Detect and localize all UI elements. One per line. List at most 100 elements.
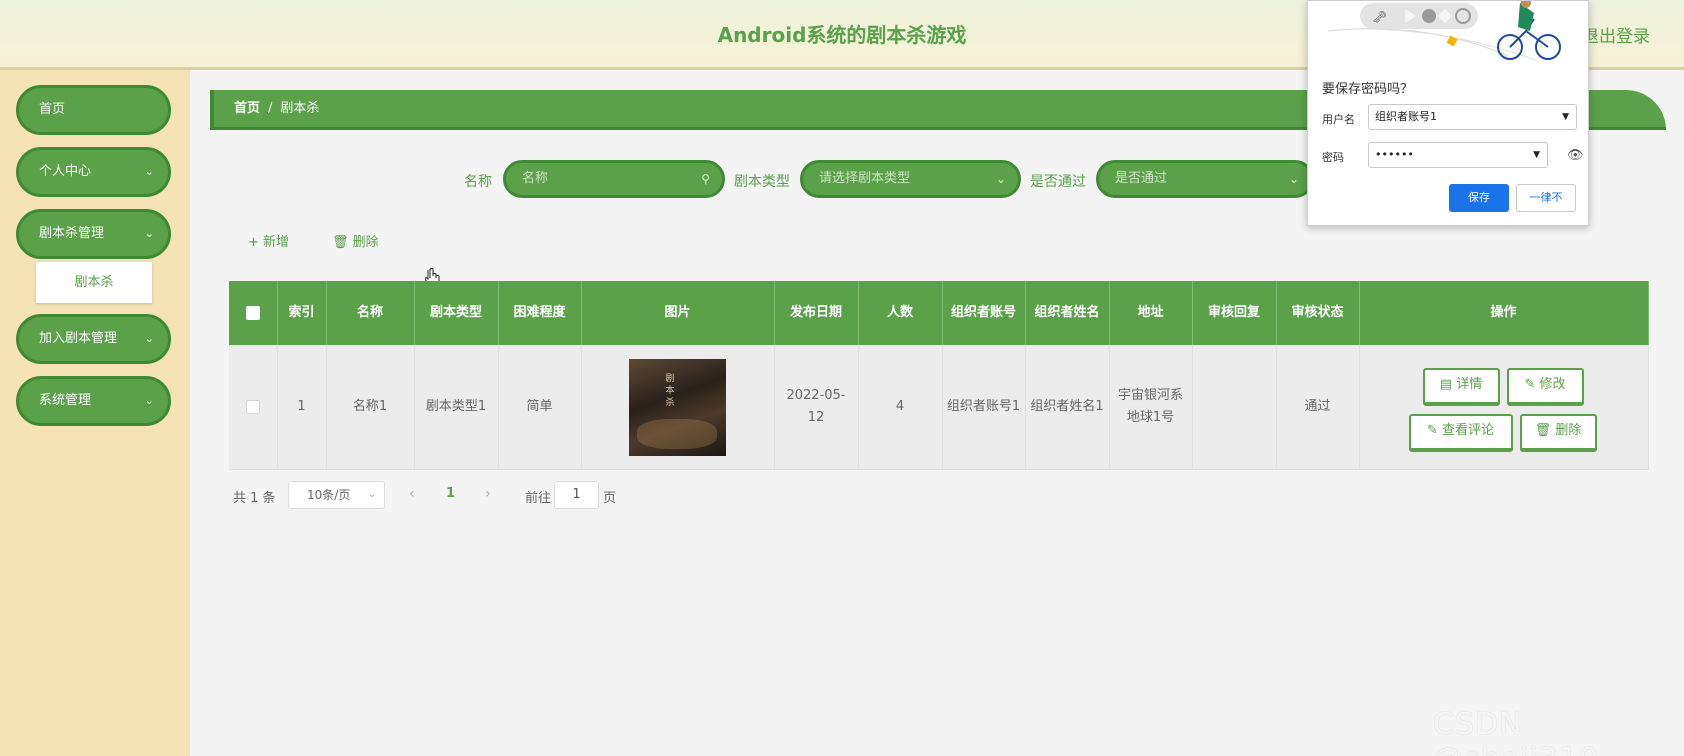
sidebar-item-join-management[interactable]: 加入剧本管理 ⌄ xyxy=(16,314,171,364)
pass-label: 是否通过 xyxy=(1030,174,1086,190)
plus-icon: + xyxy=(248,235,259,250)
thumbnail-glow xyxy=(637,418,717,449)
column-header: 索引 xyxy=(277,281,327,345)
comments-label: 查看评论 xyxy=(1442,423,1495,438)
watermark: CSDN @sheji310 xyxy=(1433,707,1598,756)
page-size-select[interactable]: 10条/页 ⌄ xyxy=(288,481,385,509)
eye-icon[interactable]: 👁 xyxy=(1567,148,1584,163)
org-name-cell: 组织者姓名1 xyxy=(1025,345,1110,470)
actions-wrap: ▤ 详情 ✎ 修改 ✎ 查看评论 🗑 删除 xyxy=(1360,345,1648,469)
password-illustration: 🗝 xyxy=(1327,1,1561,62)
column-header: 人数 xyxy=(858,281,943,345)
add-label: 新增 xyxy=(263,235,290,250)
breadcrumb-current: 剧本杀 xyxy=(280,101,320,116)
username-select[interactable]: 组织者账号1 ▼ xyxy=(1368,104,1577,130)
column-header: 组织者账号 xyxy=(942,281,1026,345)
caret-down-icon: ▼ xyxy=(1562,112,1569,122)
sidebar-item-label: 个人中心 xyxy=(39,164,92,179)
view-comments-button[interactable]: ✎ 查看评论 xyxy=(1408,414,1513,452)
chevron-down-icon: ⌄ xyxy=(995,172,1006,186)
column-header: 操作 xyxy=(1359,281,1649,345)
name-placeholder: 名称 xyxy=(522,171,549,186)
pagination-total: 共 1 条 xyxy=(233,491,276,506)
thumbnail-text: 剧本杀 xyxy=(665,373,675,408)
select-all-cell[interactable] xyxy=(229,281,278,345)
username-value: 组织者账号1 xyxy=(1375,110,1437,123)
goto-page-input[interactable]: 1 xyxy=(554,481,599,509)
status-cell: 通过 xyxy=(1276,345,1360,470)
password-value: •••••• xyxy=(1375,148,1414,161)
sidebar-item-home[interactable]: 首页 xyxy=(16,85,171,135)
difficulty-cell: 简单 xyxy=(498,345,582,470)
save-password-button[interactable]: 保存 xyxy=(1449,184,1509,212)
sidebar-item-profile[interactable]: 个人中心 ⌄ xyxy=(16,147,171,197)
goto-label: 前往 xyxy=(525,491,552,506)
row-delete-button[interactable]: 🗑 删除 xyxy=(1519,414,1597,452)
row-select-cell[interactable] xyxy=(229,345,278,470)
select-all-checkbox[interactable] xyxy=(245,305,260,320)
password-select[interactable]: •••••• ▼ xyxy=(1368,142,1548,168)
sidebar-item-label: 剧本杀管理 xyxy=(39,226,105,241)
reply-cell xyxy=(1192,345,1277,470)
chevron-down-icon: ⌄ xyxy=(1288,172,1299,186)
password-label: 密码 xyxy=(1322,151,1344,164)
caret-down-icon: ▼ xyxy=(1533,150,1540,160)
sidebar-item-label: 加入剧本管理 xyxy=(39,331,118,346)
pass-select[interactable]: 是否通过 ⌄ xyxy=(1096,160,1314,198)
breadcrumb-separator: / xyxy=(268,101,273,116)
delete-label: 删除 xyxy=(352,235,379,250)
sidebar-item-label: 系统管理 xyxy=(39,393,92,408)
table-row: 1 名称1 剧本类型1 简单 剧本杀 2022-05-12 4 组织者账号1 组… xyxy=(229,345,1649,470)
column-header: 审核状态 xyxy=(1276,281,1360,345)
row-checkbox[interactable] xyxy=(245,399,260,414)
chevron-down-icon: ⌄ xyxy=(367,489,376,500)
column-header: 地址 xyxy=(1109,281,1193,345)
document-icon: ▤ xyxy=(1439,377,1453,392)
org-account-cell: 组织者账号1 xyxy=(942,345,1026,470)
chevron-down-icon: ⌄ xyxy=(144,165,154,178)
pencil-icon: ✎ xyxy=(1426,423,1438,438)
column-header: 组织者姓名 xyxy=(1025,281,1110,345)
data-table: 索引 名称 剧本类型 困难程度 图片 发布日期 人数 组织者账号 组织者姓名 地… xyxy=(229,281,1649,470)
logout-link[interactable]: 退出登录 xyxy=(1582,22,1650,47)
page-number[interactable]: 1 xyxy=(446,486,455,501)
type-select[interactable]: 请选择剧本类型 ⌄ xyxy=(800,160,1021,198)
breadcrumb-home[interactable]: 首页 xyxy=(234,101,260,116)
chevron-down-icon: ⌄ xyxy=(144,394,154,407)
row-delete-label: 删除 xyxy=(1555,423,1582,438)
page-size-value: 10条/页 xyxy=(307,488,351,502)
sidebar: 首页 个人中心 ⌄ 剧本杀管理 ⌄ 剧本杀 加入剧本管理 ⌄ 系统管理 ⌄ xyxy=(0,70,190,756)
sidebar-item-script-management[interactable]: 剧本杀管理 ⌄ xyxy=(16,209,171,259)
image-cell: 剧本杀 xyxy=(581,345,775,470)
delete-button[interactable]: 🗑 删除 xyxy=(332,231,379,250)
table-header-row: 索引 名称 剧本类型 困难程度 图片 发布日期 人数 组织者账号 组织者姓名 地… xyxy=(229,281,1649,345)
detail-button[interactable]: ▤ 详情 xyxy=(1422,368,1500,406)
script-thumbnail[interactable]: 剧本杀 xyxy=(629,358,726,456)
people-cell: 4 xyxy=(858,345,943,470)
prev-page-icon[interactable]: ‹ xyxy=(409,486,415,502)
sidebar-item-system[interactable]: 系统管理 ⌄ xyxy=(16,376,171,426)
type-placeholder: 请选择剧本类型 xyxy=(819,171,911,186)
add-button[interactable]: + 新增 xyxy=(248,231,289,250)
index-cell: 1 xyxy=(277,345,327,470)
chevron-down-icon: ⌄ xyxy=(144,332,154,345)
detail-label: 详情 xyxy=(1456,377,1483,392)
chevron-down-icon: ⌄ xyxy=(144,227,154,240)
svg-text:🗝: 🗝 xyxy=(1372,10,1387,24)
never-save-button[interactable]: 一律不 xyxy=(1516,184,1576,212)
pass-placeholder: 是否通过 xyxy=(1115,171,1168,186)
page-unit-label: 页 xyxy=(603,491,617,506)
save-password-question: 要保存密码吗？ xyxy=(1322,82,1414,97)
name-label: 名称 xyxy=(464,174,492,190)
trash-icon: 🗑 xyxy=(332,235,349,250)
actions-cell: ▤ 详情 ✎ 修改 ✎ 查看评论 🗑 删除 xyxy=(1359,345,1649,470)
column-header: 困难程度 xyxy=(498,281,582,345)
sidebar-subitem-script[interactable]: 剧本杀 xyxy=(36,262,152,303)
edit-button[interactable]: ✎ 修改 xyxy=(1506,368,1584,406)
column-header: 发布日期 xyxy=(774,281,859,345)
column-header: 图片 xyxy=(581,281,775,345)
name-search-input[interactable]: 名称 ⚲ xyxy=(503,160,725,198)
column-header: 审核回复 xyxy=(1192,281,1277,345)
search-icon: ⚲ xyxy=(701,172,710,186)
next-page-icon[interactable]: › xyxy=(485,486,491,502)
